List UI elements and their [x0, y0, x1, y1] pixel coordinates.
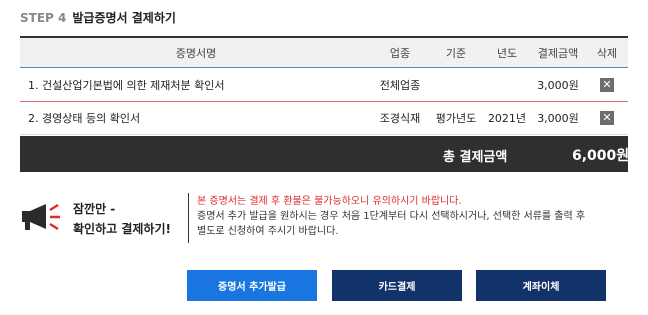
row-name: 2. 경영상태 등의 확인서 [28, 112, 141, 125]
table-row: 2. 경영상태 등의 확인서 조경식재 평가년도 2021년 3,000원 ✕ [20, 101, 628, 135]
column-header-amount: 결제금액 [537, 46, 579, 60]
table-row: 1. 건설산업기본법에 의한 제재처분 확인서 전체업종 3,000원 ✕ [20, 67, 628, 101]
notice-title-line1: 잠깐만 - [73, 202, 116, 216]
column-header-delete: 삭제 [596, 46, 618, 60]
row-amount: 3,000원 [537, 78, 579, 92]
bank-transfer-button[interactable]: 계좌이체 [476, 270, 606, 301]
row-basis: 평가년도 [435, 112, 477, 125]
column-header-type: 업종 [389, 46, 411, 60]
add-certificate-button[interactable]: 증명서 추가발급 [187, 270, 317, 301]
column-header-basis: 기준 [445, 46, 467, 60]
row-year: 2021년 [487, 112, 527, 125]
row-name: 1. 건설산업기본법에 의한 제재처분 확인서 [28, 78, 225, 92]
step-title-text: 발급증명서 결제하기 [72, 11, 176, 25]
total-label: 총 결제금액 [443, 150, 508, 165]
notice-line: 증명서 추가 발급을 원하시는 경우 처음 1단계부터 다시 선택하시거나, 선… [197, 211, 586, 222]
column-header-name: 증명서명 [175, 46, 217, 60]
notice-title-line2: 확인하고 결제하기! [73, 222, 171, 236]
notice-title: 잠깐만 - 확인하고 결제하기! [73, 199, 171, 239]
total-value: 6,000원 [572, 148, 630, 164]
notice-divider [188, 193, 189, 243]
step-number: STEP 4 [20, 11, 67, 25]
row-amount: 3,000원 [537, 112, 579, 125]
notice-line: 별도로 신청하여 주시기 바랍니다. [197, 226, 339, 237]
total-bar: 총 결제금액 6,000원 [20, 136, 630, 172]
close-icon[interactable]: ✕ [600, 77, 614, 92]
step-title: STEP 4 발급증명서 결제하기 [20, 9, 176, 26]
row-type: 조경식재 [379, 112, 421, 125]
megaphone-icon [22, 203, 60, 231]
row-type: 전체업종 [379, 78, 421, 92]
notice-text: 본 증명서는 결제 후 환불은 불가능하오니 유의하시기 바랍니다. 증명서 추… [197, 194, 585, 239]
column-header-year: 년도 [496, 46, 518, 60]
card-payment-button[interactable]: 카드결제 [332, 270, 462, 301]
notice-warning: 본 증명서는 결제 후 환불은 불가능하오니 유의하시기 바랍니다. [197, 196, 462, 207]
certificate-table: 증명서명 업종 기준 년도 결제금액 삭제 1. 건설산업기본법에 의한 제재처… [20, 36, 628, 135]
close-icon[interactable]: ✕ [600, 111, 614, 125]
table-header: 증명서명 업종 기준 년도 결제금액 삭제 [20, 36, 628, 67]
